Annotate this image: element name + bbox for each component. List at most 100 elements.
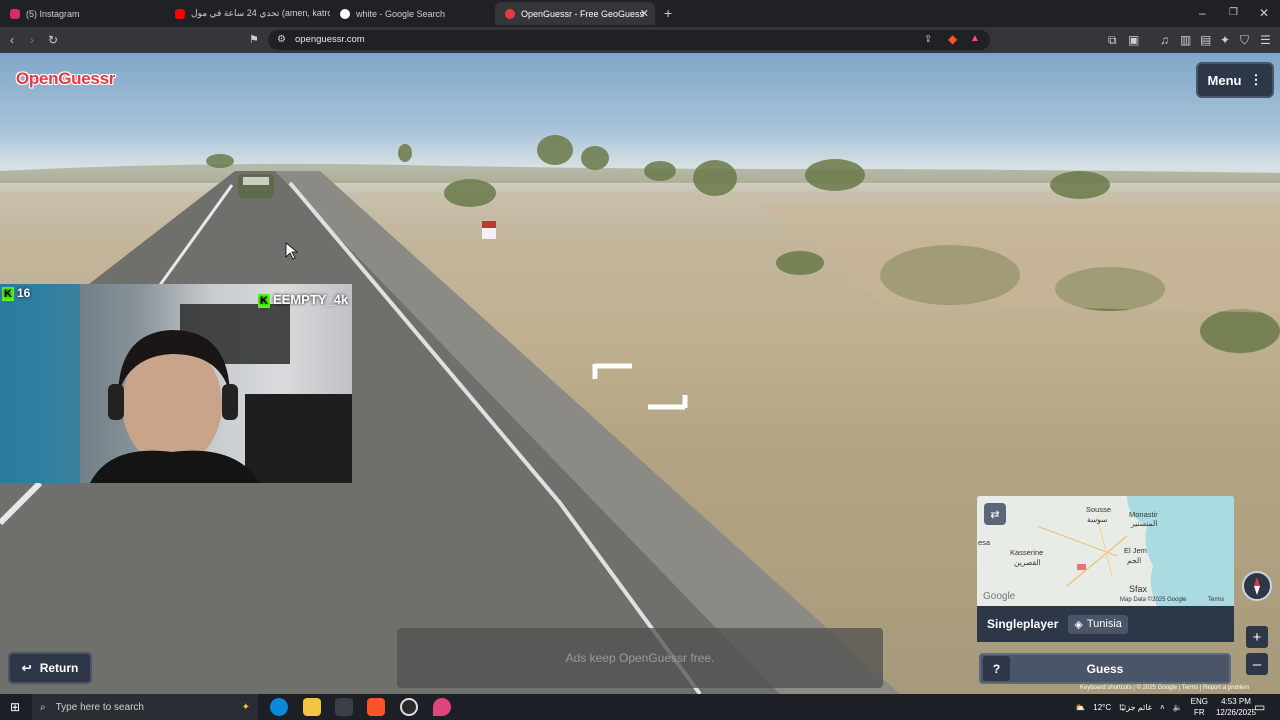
map-label-eljem: El Jem <box>1124 546 1147 555</box>
return-label: Return <box>39 661 79 675</box>
share-icon[interactable]: ⇪ <box>924 34 932 46</box>
search-icon: ⌕ <box>40 701 46 713</box>
tab-label: (5) Instagram <box>26 8 80 19</box>
pin-app-icon[interactable] <box>433 698 451 716</box>
layers-icon: ◈ <box>1074 618 1083 631</box>
leo-ai-icon[interactable]: ✦ <box>1220 34 1230 46</box>
site-info-icon[interactable]: ⚙ <box>277 34 286 46</box>
weather-temp: 12°C <box>1093 702 1112 712</box>
youtube-icon <box>175 8 185 19</box>
vpn-icon[interactable]: ⛉ <box>1240 34 1249 46</box>
tab-label: OpenGuessr - Free GeoGuess <box>521 8 645 19</box>
chevron-up-icon[interactable]: ˄ <box>1160 703 1165 712</box>
game-mode-label: Singleplayer <box>987 617 1059 631</box>
zoom-out-button[interactable]: – <box>1246 653 1268 675</box>
map-label-sousse: Sousse <box>1086 505 1112 514</box>
kick-viewer-count: K 16 <box>2 286 30 301</box>
username-value: EEMPTY_4k <box>273 292 349 307</box>
back-icon[interactable]: ‹ <box>10 34 14 46</box>
reload-icon[interactable]: ↻ <box>48 34 58 46</box>
compass-icon[interactable] <box>1242 571 1272 601</box>
taskbar-search[interactable]: ⌕ Type here to search ✦ <box>32 694 258 720</box>
browser-tab-bar: (5) Instagram تحدي 24 ساعة في مول (amen,… <box>0 0 1280 27</box>
guess-button[interactable]: Guess <box>979 653 1231 684</box>
new-tab-icon[interactable]: + <box>664 6 672 20</box>
url-text: openguessr.com <box>295 34 365 45</box>
map-label-sfax: Sfax <box>1129 584 1148 594</box>
notification-icon[interactable]: ▭ <box>1254 701 1265 713</box>
instagram-icon <box>10 8 20 19</box>
streamer-webcam-overlay: K 16 K EEMPTY_4k <box>0 284 352 483</box>
map-label-monastir: Monastir <box>1129 510 1158 519</box>
street-view-panorama[interactable]: OpenGuessr Menu ⋮ K 16 K EEMPTY_4k Ads kee… <box>0 53 1280 694</box>
menu-button[interactable]: Menu ⋮ <box>1196 62 1274 98</box>
kick-icon: K <box>2 286 14 301</box>
return-button[interactable]: ↩ Return <box>8 652 92 684</box>
copilot-sparkle-icon: ✦ <box>241 701 250 713</box>
tab-google-search[interactable]: white - Google Search <box>330 2 495 25</box>
windows-taskbar: ⊞ ⌕ Type here to search ✦ ⛅ 12°C غائم جز… <box>0 694 1280 720</box>
tab-youtube[interactable]: تحدي 24 ساعة في مول (amen, katrou <box>165 2 330 25</box>
map-label-sousse-ar: سوسة <box>1087 515 1108 524</box>
sidebar-icon[interactable]: ▥ <box>1180 34 1191 46</box>
weather-desc: غائم جزئيًا <box>1119 702 1152 712</box>
tab-label: white - Google Search <box>356 8 446 19</box>
menu-label: Menu <box>1207 72 1242 88</box>
close-tab-icon[interactable]: ✕ <box>640 7 649 20</box>
clock[interactable]: 4:53 PM 12/26/2025 <box>1216 696 1256 718</box>
google-logo: Google <box>983 591 1016 602</box>
browser-menu-icon[interactable]: ☰ <box>1260 34 1271 46</box>
obs-icon[interactable] <box>400 698 418 716</box>
help-button[interactable]: ? <box>983 656 1010 681</box>
map-label-kasserine-ar: القصرين <box>1014 558 1041 567</box>
volume-icon[interactable]: 🔈 <box>1173 703 1183 712</box>
store-icon[interactable] <box>335 698 353 716</box>
wallet-icon[interactable]: ▣ <box>1128 34 1139 46</box>
tab-wallet-icon[interactable]: ▤ <box>1200 34 1211 46</box>
map-label-partial: esa <box>978 538 991 547</box>
windows-start-icon[interactable]: ⊞ <box>10 701 20 713</box>
map-pin-icon <box>1077 564 1086 570</box>
tab-instagram[interactable]: (5) Instagram <box>0 2 165 25</box>
return-arrow-icon: ↩ <box>21 661 32 675</box>
viewer-count-value: 16 <box>17 286 31 300</box>
extensions-icon[interactable]: ⧉ <box>1108 34 1117 46</box>
clock-time: 4:53 PM <box>1221 697 1251 706</box>
kick-icon: K <box>258 293 270 308</box>
country-chip[interactable]: ◈ Tunisia <box>1068 614 1128 634</box>
map-label-monastir-ar: المنستير <box>1131 519 1158 528</box>
guess-minimap[interactable]: ⇄ Sousse سوسة Monastir المنستير esa Kass… <box>977 496 1234 606</box>
openguessr-favicon <box>505 8 515 19</box>
file-explorer-icon[interactable] <box>303 698 321 716</box>
zoom-in-button[interactable]: + <box>1246 626 1268 648</box>
brave-icon[interactable] <box>367 698 385 716</box>
brave-shields-icon[interactable]: ◆ <box>948 33 957 45</box>
url-field[interactable]: ⚙ openguessr.com ⇪ ◆ ▲ <box>268 30 990 50</box>
kick-username: K EEMPTY_4k <box>258 292 348 308</box>
more-vertical-icon: ⋮ <box>1249 72 1263 87</box>
language-indicator[interactable]: ENG FR <box>1191 696 1208 718</box>
google-icon <box>340 8 350 19</box>
ad-banner: Ads keep OpenGuessr free. <box>397 628 883 688</box>
map-attribution: Map Data ©2025 Google <box>1120 597 1187 603</box>
openguessr-logo[interactable]: OpenGuessr <box>16 69 115 89</box>
map-label-eljem-ar: الجم <box>1127 556 1142 565</box>
forward-icon[interactable]: › <box>30 34 34 46</box>
bookmark-icon[interactable]: ⚑ <box>249 34 259 46</box>
street-view-footer[interactable]: Keyboard shortcuts | © 2025 Google | Ter… <box>1080 685 1249 691</box>
country-label: Tunisia <box>1086 618 1122 630</box>
map-settings-icon[interactable]: ⇄ <box>984 503 1006 525</box>
media-icon[interactable]: ♫ <box>1160 34 1169 46</box>
lang-bottom: FR <box>1193 708 1205 717</box>
tab-openguessr[interactable]: OpenGuessr - Free GeoGuess ✕ <box>495 2 655 25</box>
brave-rewards-icon[interactable]: ▲ <box>970 33 980 45</box>
close-window-icon[interactable]: ✕ <box>1259 7 1269 19</box>
map-label-kasserine: Kasserine <box>1010 548 1044 557</box>
weather-icon[interactable]: ⛅ <box>1075 703 1085 712</box>
map-terms-link[interactable]: Terms <box>1208 597 1224 603</box>
minimize-icon[interactable]: – <box>1199 7 1206 19</box>
game-mode-bar: Singleplayer ◈ Tunisia <box>977 606 1234 642</box>
webcam-person <box>0 284 352 483</box>
restore-icon[interactable]: ❐ <box>1229 7 1238 19</box>
edge-icon[interactable] <box>270 698 288 716</box>
